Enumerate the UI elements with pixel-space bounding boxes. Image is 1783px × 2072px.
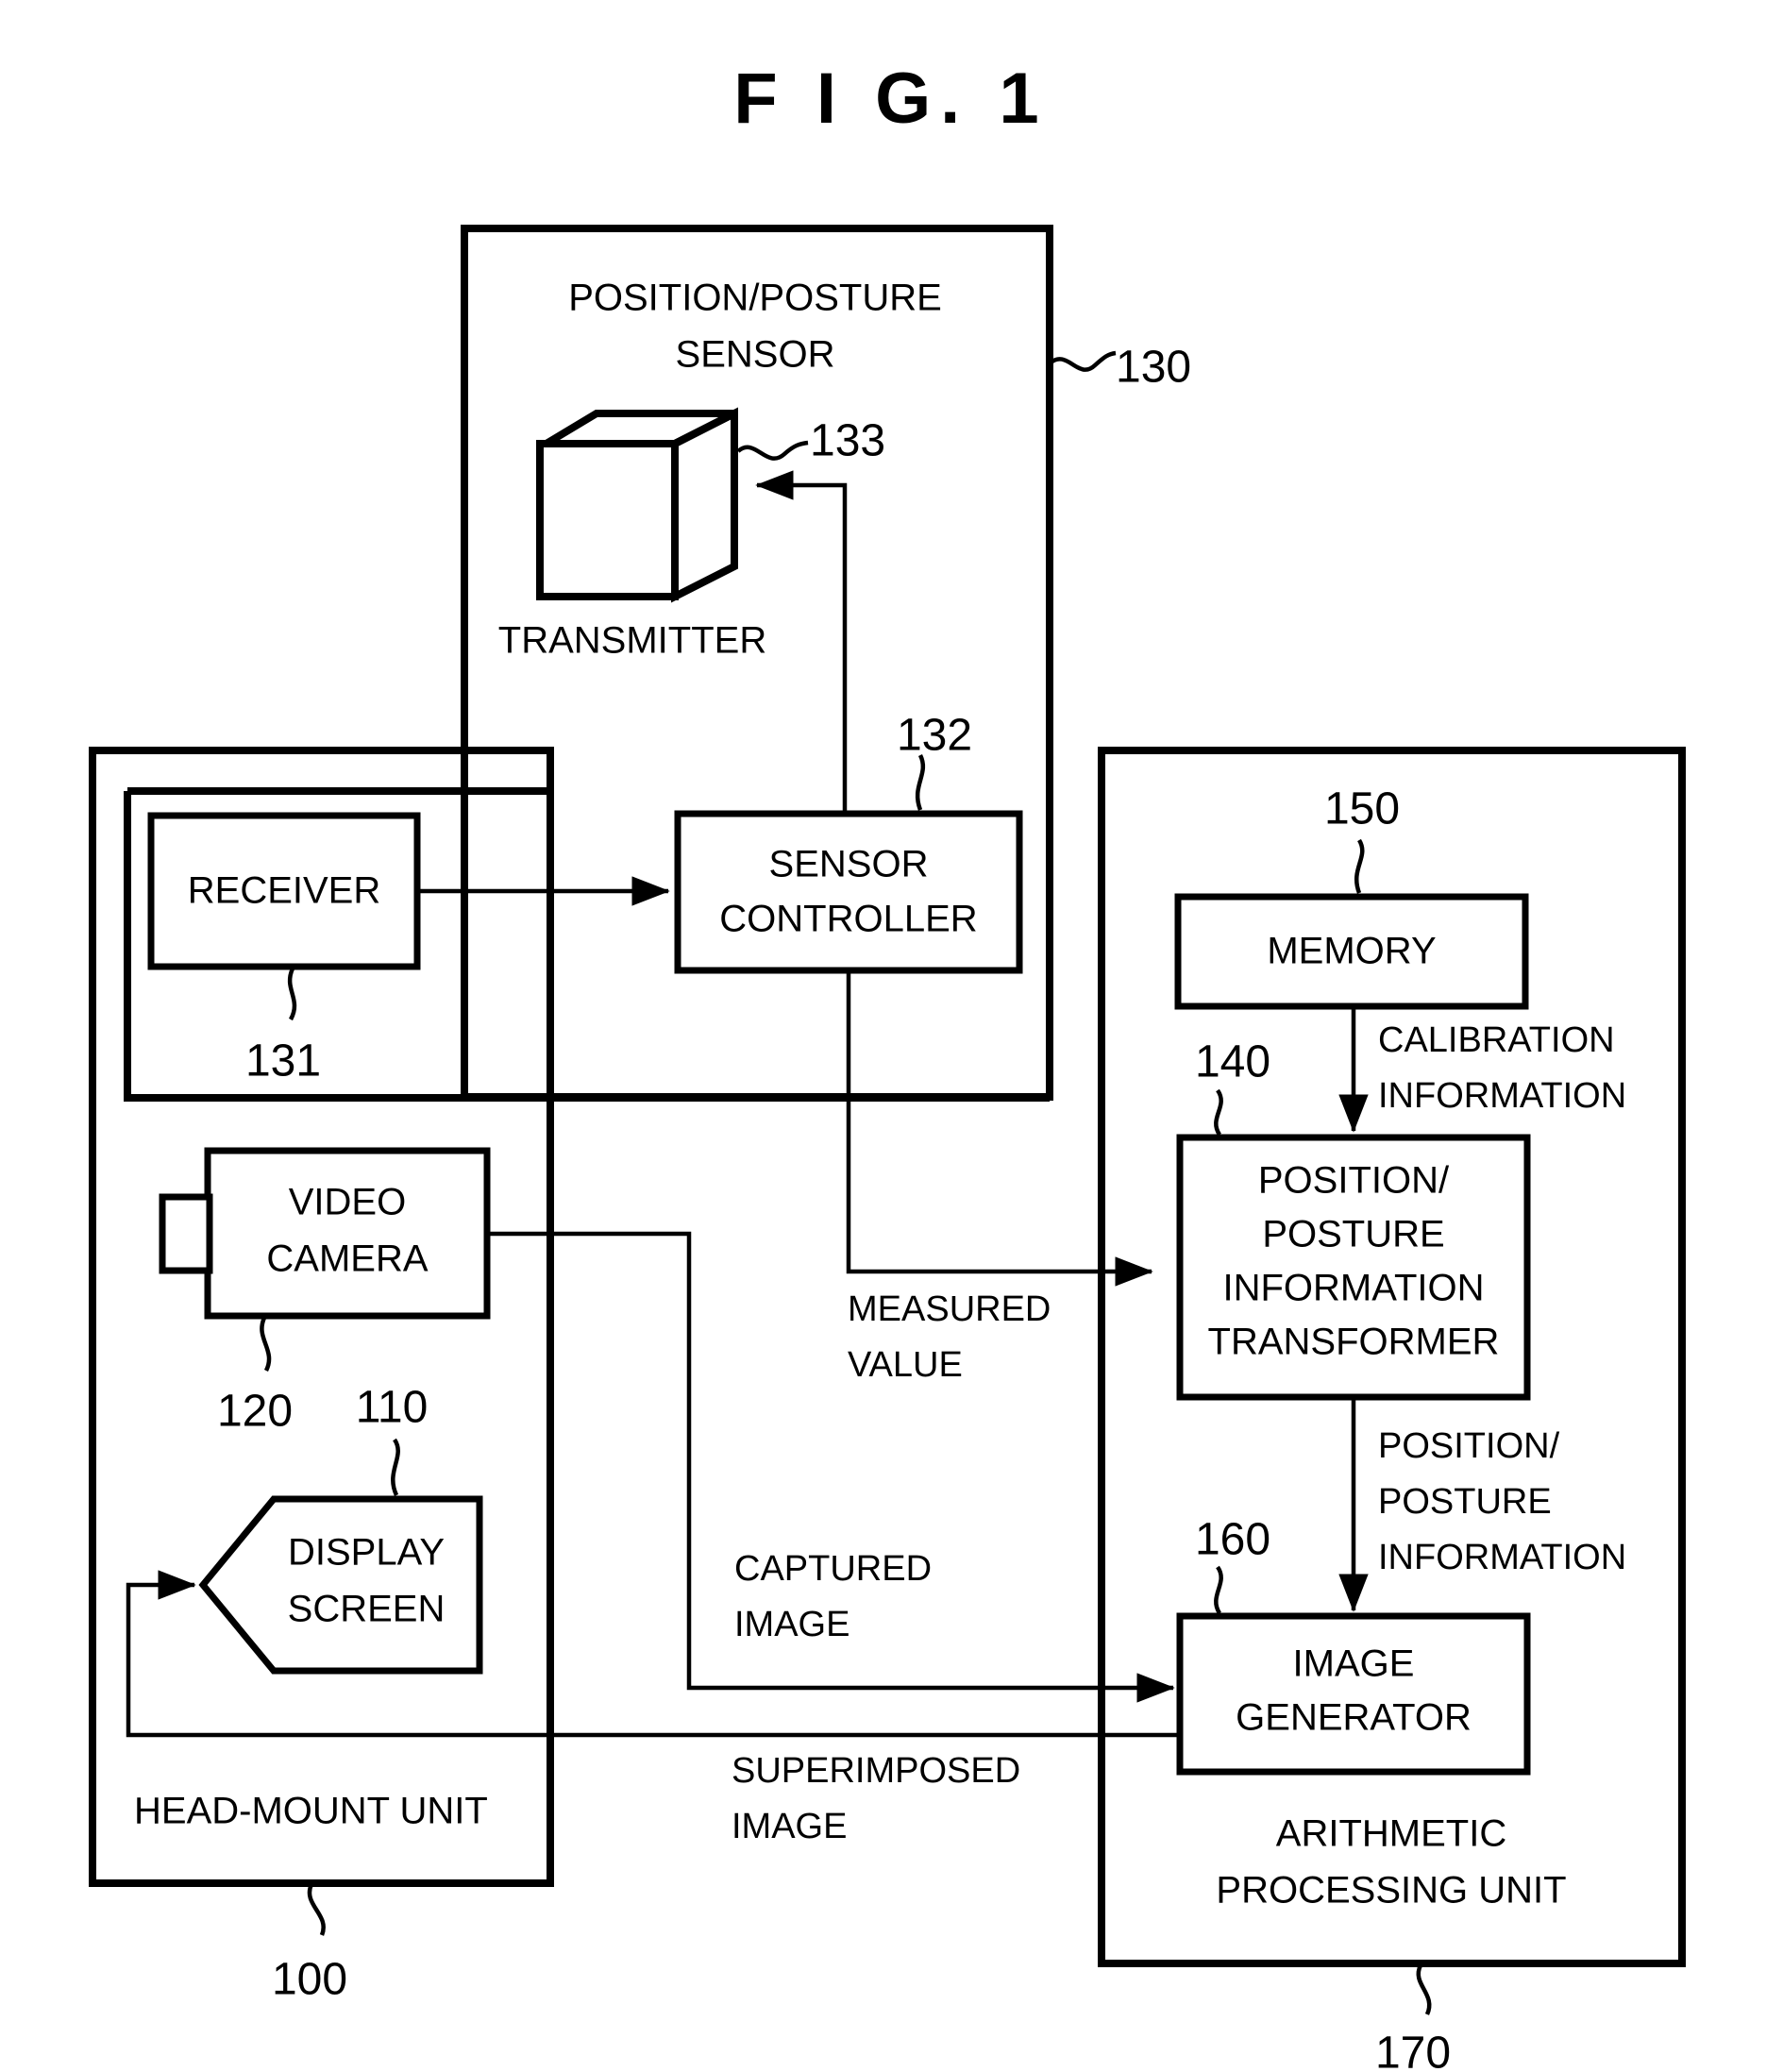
ref-140: 140 — [1195, 1037, 1270, 1087]
transmitter-cube-icon — [536, 407, 738, 603]
ref-131-leader — [287, 968, 297, 1021]
sensor-unit-title-line1: POSITION/POSTURE — [568, 278, 942, 319]
ref-150: 150 — [1324, 784, 1400, 834]
superimposed-image-label-line2: IMAGE — [732, 1807, 847, 1846]
figure-root: F I G. 1 POSITION/POSTURE SENSOR 130 133… — [0, 0, 1783, 2072]
captured-image-label-line1: CAPTURED — [734, 1549, 932, 1589]
display-screen-label-line1: DISPLAY — [288, 1532, 445, 1574]
ref-140-leader — [1214, 1088, 1223, 1137]
ref-130: 130 — [1116, 343, 1191, 393]
figure-title: F I G. 1 — [733, 59, 1048, 139]
ref-130-leader — [1048, 350, 1117, 372]
image-generator-box — [1176, 1612, 1531, 1776]
ref-133-leader — [736, 440, 809, 461]
patent-figure-diagram: F I G. 1 POSITION/POSTURE SENSOR 130 133… — [89, 59, 1686, 2072]
display-screen-icon — [198, 1495, 483, 1675]
arithmetic-unit-title-line1: ARITHMETIC — [1276, 1813, 1506, 1855]
ref-160: 160 — [1195, 1515, 1270, 1565]
transmitter-label: TRANSMITTER — [498, 620, 766, 662]
video-camera-icon — [159, 1147, 491, 1320]
sensor-unit-title-line2: SENSOR — [676, 334, 835, 376]
pos-posture-info-label-line3: INFORMATION — [1378, 1538, 1626, 1577]
ref-110-leader — [391, 1438, 400, 1496]
ref-133: 133 — [810, 416, 885, 466]
ref-132: 132 — [897, 711, 972, 761]
captured-image-label-line2: IMAGE — [734, 1605, 849, 1644]
transformer-label-line4: TRANSFORMER — [1208, 1322, 1500, 1363]
receiver-label: RECEIVER — [188, 870, 381, 912]
measured-value-label-line1: MEASURED — [848, 1289, 1051, 1329]
video-camera-label-line1: VIDEO — [289, 1182, 406, 1223]
ref-120: 120 — [217, 1387, 293, 1437]
superimposed-image-label-line1: SUPERIMPOSED — [732, 1751, 1020, 1791]
ref-131: 131 — [245, 1036, 321, 1087]
sensor-controller-box — [674, 810, 1023, 974]
controller-to-transmitter-line — [755, 470, 848, 826]
ref-120-leader — [260, 1317, 272, 1373]
pos-posture-info-label-line1: POSITION/ — [1378, 1426, 1560, 1466]
pos-posture-info-label-line2: POSTURE — [1378, 1482, 1552, 1522]
sensor-controller-label-line2: CONTROLLER — [719, 899, 977, 940]
ref-170-leader — [1416, 1963, 1432, 2015]
ref-100: 100 — [272, 1955, 347, 2005]
image-generator-label-line1: IMAGE — [1293, 1643, 1415, 1685]
sensor-controller-label-line1: SENSOR — [769, 844, 929, 885]
image-generator-label-line2: GENERATOR — [1236, 1697, 1472, 1739]
ref-160-leader — [1214, 1565, 1223, 1615]
memory-label: MEMORY — [1267, 931, 1436, 972]
display-screen-label-line2: SCREEN — [288, 1589, 446, 1630]
ref-150-leader — [1354, 838, 1365, 894]
ref-100-leader — [307, 1883, 326, 1936]
ref-110: 110 — [356, 1383, 429, 1433]
calibration-info-label-line1: CALIBRATION — [1378, 1020, 1615, 1060]
head-mount-unit-title: HEAD-MOUNT UNIT — [134, 1791, 488, 1832]
calibration-info-label-line2: INFORMATION — [1378, 1076, 1626, 1116]
measured-value-label-line2: VALUE — [848, 1345, 963, 1385]
video-camera-label-line2: CAMERA — [266, 1238, 428, 1280]
transformer-label-line1: POSITION/ — [1258, 1160, 1450, 1202]
ref-170: 170 — [1375, 2029, 1451, 2072]
transformer-label-line2: POSTURE — [1262, 1214, 1444, 1255]
transformer-label-line3: INFORMATION — [1222, 1268, 1484, 1309]
arithmetic-unit-title-line2: PROCESSING UNIT — [1216, 1870, 1566, 1912]
measured-value-line — [846, 970, 1153, 1287]
ref-132-leader — [915, 753, 926, 811]
